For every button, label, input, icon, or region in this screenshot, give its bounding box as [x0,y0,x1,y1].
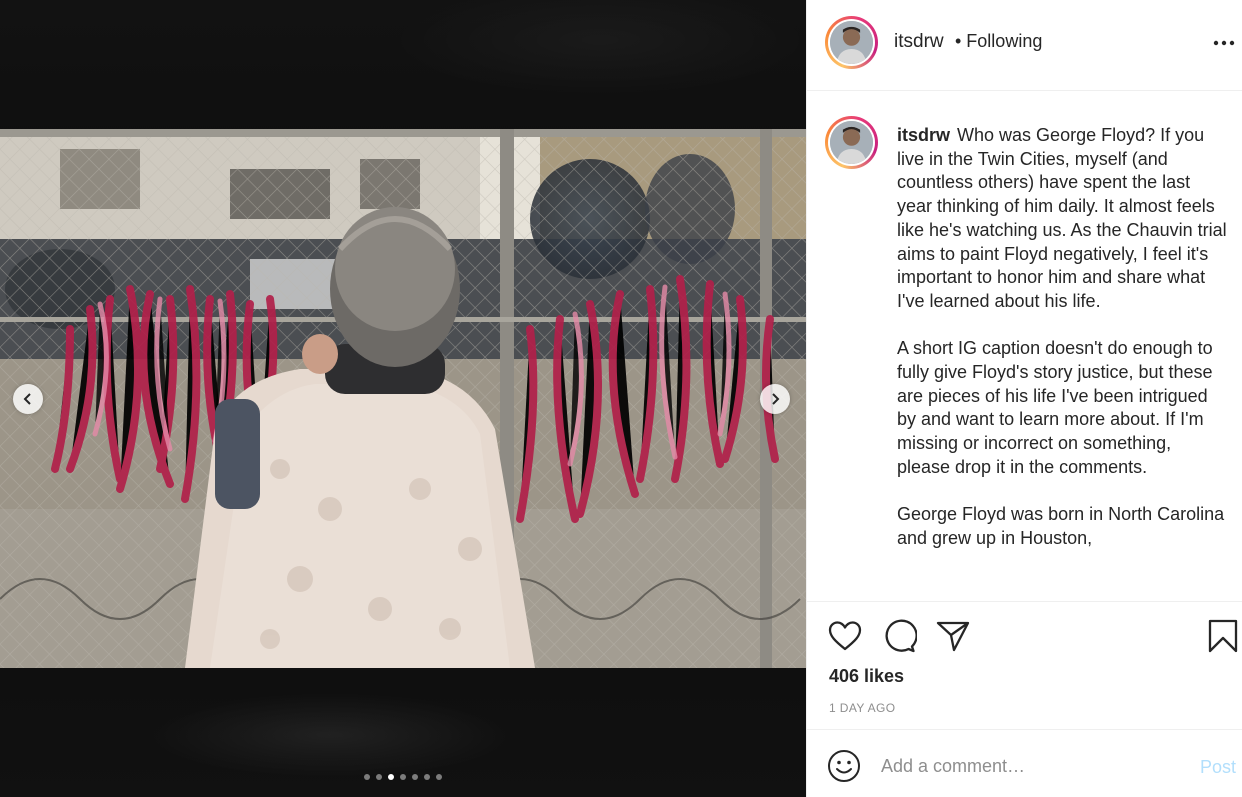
post-photo[interactable] [0,129,806,668]
save-button[interactable] [1205,618,1241,654]
caption-paragraph: A short IG caption doesn't do enough to … [897,338,1213,477]
likes-count[interactable]: 406 likes [829,666,904,687]
avatar[interactable] [825,16,878,69]
carousel-dot [388,774,394,780]
comment-icon [885,619,918,653]
smiley-icon [828,750,860,782]
caption-avatar[interactable] [825,116,878,169]
caption-text: itsdrw Who was George Floyd? If you live… [897,124,1227,574]
carousel-prev-button[interactable] [13,384,43,414]
post-comment-button[interactable]: Post [1200,757,1236,778]
heart-icon [828,621,862,651]
comment-bar: Post [807,729,1242,797]
carousel-dot [376,774,382,780]
more-options-button[interactable] [1212,33,1236,53]
post-timestamp[interactable]: 1 DAY AGO [829,701,896,715]
avatar-photo [830,21,873,64]
caption-paragraph: itsdrw Who was George Floyd? If you live… [897,125,1227,311]
follow-status[interactable]: • Following [955,31,1042,52]
chevron-right-icon [772,393,780,405]
chevron-left-icon [23,393,31,405]
carousel-indicator [0,774,806,780]
more-options-icon [1213,40,1235,46]
comment-input[interactable] [881,750,1181,782]
carousel-dot [412,774,418,780]
post-actions: 406 likes 1 DAY AGO [807,601,1242,729]
carousel-dot [436,774,442,780]
paper-plane-icon [936,621,970,652]
emoji-button[interactable] [827,749,861,783]
carousel-dot [364,774,370,780]
avatar-photo [830,121,873,164]
post-media [0,0,806,797]
username-link[interactable]: itsdrw [894,31,944,53]
post-side-panel: itsdrw • Following itsdrw Who was George… [806,0,1242,797]
carousel-dot [424,774,430,780]
caption-username-link[interactable]: itsdrw [897,125,950,145]
caption-paragraph: George Floyd was born in North Carolina … [897,504,1225,548]
caption-scroll-area[interactable]: itsdrw Who was George Floyd? If you live… [807,92,1242,601]
carousel-next-button[interactable] [760,384,790,414]
like-button[interactable] [827,618,863,654]
share-button[interactable] [935,618,971,654]
comment-button[interactable] [881,618,918,654]
post-header: itsdrw • Following [807,0,1242,91]
carousel-dot [400,774,406,780]
bookmark-icon [1208,619,1238,653]
photo-fence-scene [0,129,806,668]
